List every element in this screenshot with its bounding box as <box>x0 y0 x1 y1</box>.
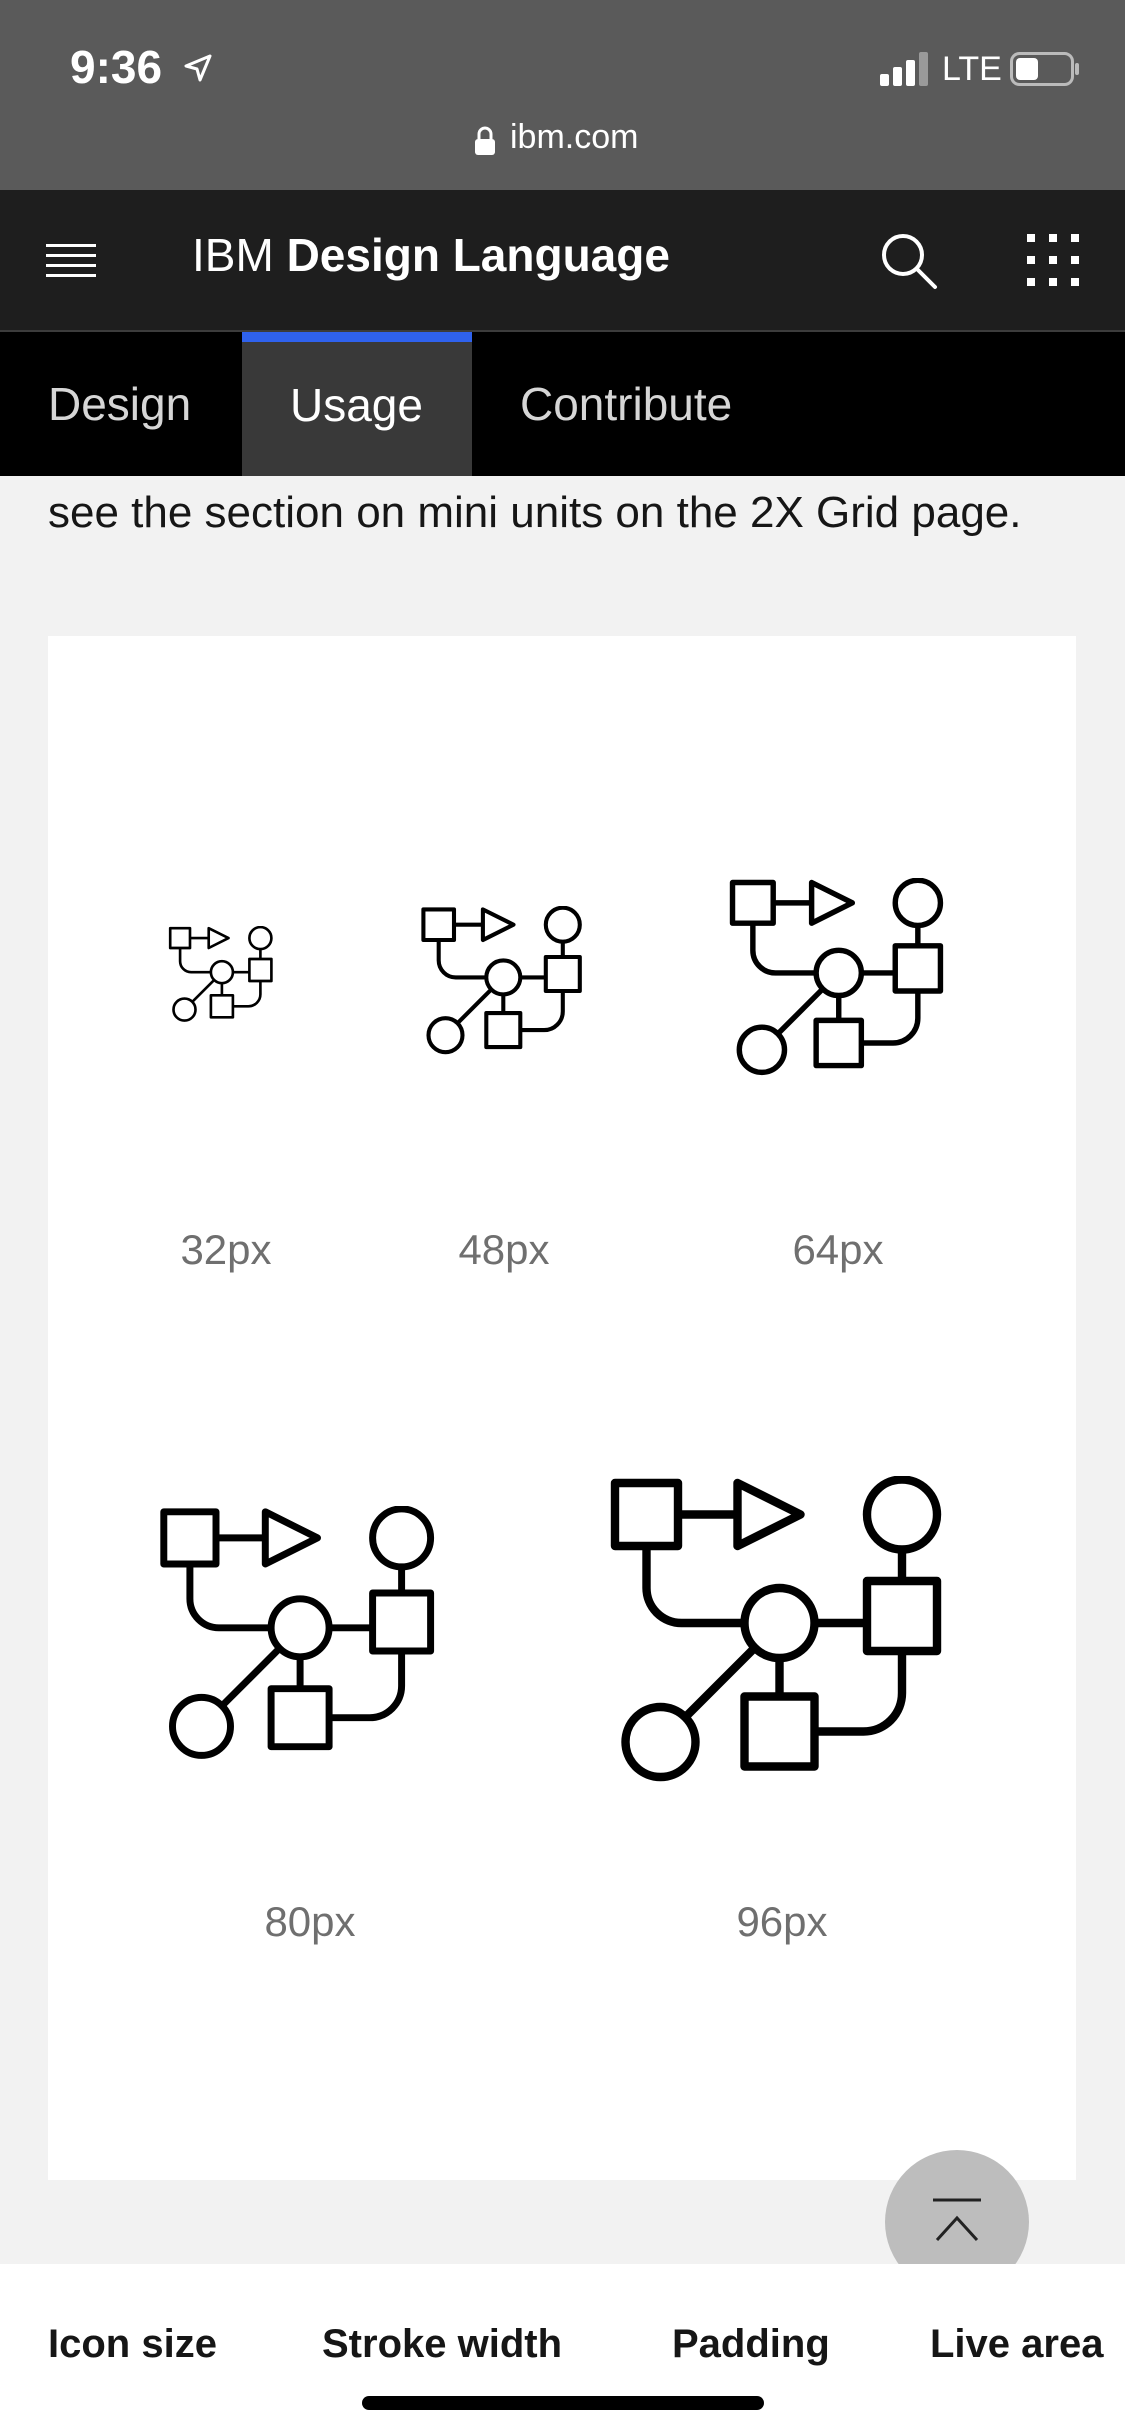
icon-size-card: 32px 48px 64px 80px 96px <box>48 636 1076 2180</box>
address-bar-url[interactable]: ibm.com <box>510 118 638 157</box>
flow-diagram-icon-64 <box>728 878 954 1104</box>
flow-diagram-icon-48 <box>420 906 590 1076</box>
bottom-anchor-nav: Icon size Stroke width Padding Live area <box>0 2264 1125 2436</box>
clock: 9:36 <box>70 41 163 93</box>
anchor-padding[interactable]: Padding <box>672 2322 830 2367</box>
anchor-icon-size[interactable]: Icon size <box>48 2322 217 2367</box>
anchor-live-area[interactable]: Live area <box>930 2322 1103 2367</box>
menu-icon[interactable] <box>46 240 96 280</box>
status-bar: 9:36 LTE ibm.com <box>0 0 1125 190</box>
chevron-up-icon <box>933 2198 981 2242</box>
size-label-32: 32px <box>180 1226 272 1273</box>
tab-usage[interactable]: Usage <box>242 332 472 476</box>
site-brand[interactable]: IBM Design Language <box>192 228 670 282</box>
search-icon[interactable] <box>878 230 940 292</box>
size-label-96: 96px <box>736 1898 828 1945</box>
size-label-48: 48px <box>458 1226 550 1273</box>
size-label-80: 80px <box>264 1898 356 1945</box>
lock-icon <box>475 126 495 155</box>
home-indicator[interactable] <box>362 2396 764 2410</box>
signal-icon <box>880 52 928 86</box>
tab-contribute[interactable]: Contribute <box>472 332 792 476</box>
tab-design[interactable]: Design <box>0 332 242 476</box>
intro-text: see the section on mini units on the 2X … <box>48 488 1022 537</box>
anchor-stroke-width[interactable]: Stroke width <box>322 2322 562 2367</box>
carrier-label: LTE <box>942 50 1002 88</box>
flow-diagram-icon-96 <box>608 1476 958 1826</box>
battery-icon <box>1010 52 1079 86</box>
size-label-64: 64px <box>792 1226 884 1273</box>
top-navigation: IBM Design Language <box>0 190 1125 332</box>
flow-diagram-icon-80 <box>158 1506 448 1796</box>
brand-name: Design Language <box>286 229 670 281</box>
tab-bar: Design Usage Contribute <box>0 332 1125 476</box>
location-arrow-icon <box>184 54 212 82</box>
app-switcher-icon[interactable] <box>1025 232 1081 288</box>
brand-prefix: IBM <box>192 229 274 281</box>
flow-diagram-icon-32 <box>168 926 278 1036</box>
